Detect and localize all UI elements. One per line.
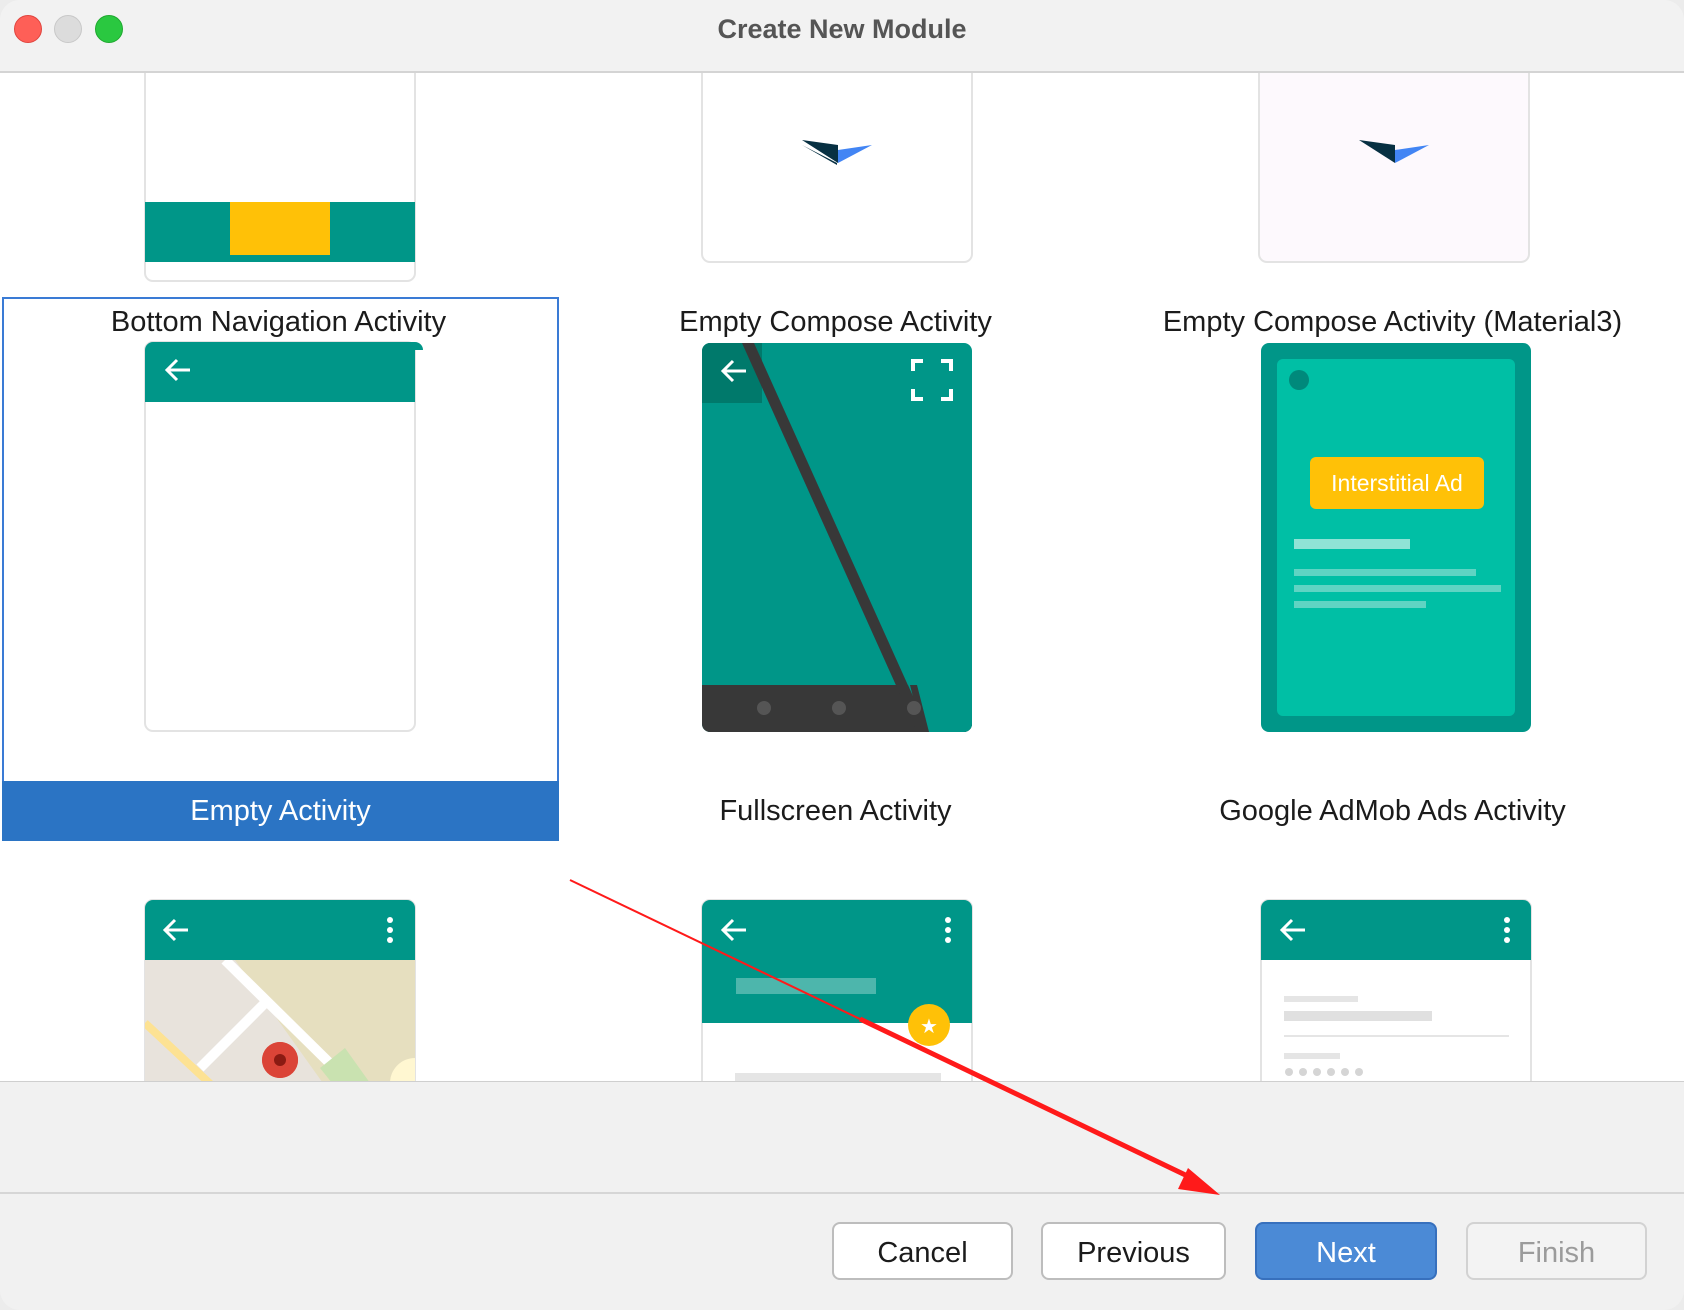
more-vert-icon bbox=[945, 917, 951, 943]
fullscreen-preview-icon bbox=[702, 343, 972, 732]
template-label: Empty Activity bbox=[2, 781, 559, 841]
previous-button[interactable]: Previous bbox=[1041, 1222, 1226, 1280]
more-vert-icon bbox=[387, 917, 393, 943]
template-fullscreen-activity[interactable]: Fullscreen Activity bbox=[557, 297, 1114, 842]
template-google-maps-activity[interactable] bbox=[0, 843, 557, 1081]
settings-preview-icon bbox=[1260, 899, 1532, 1081]
template-gallery[interactable]: Bottom Navigation Activity Empty Compose… bbox=[0, 73, 1684, 1082]
finish-button[interactable]: Finish bbox=[1466, 1222, 1647, 1280]
template-google-admob-ads-activity[interactable]: Interstitial Ad Google AdMob Ads Activit… bbox=[1114, 297, 1671, 842]
next-button[interactable]: Next bbox=[1255, 1222, 1437, 1280]
cancel-button[interactable]: Cancel bbox=[832, 1222, 1013, 1280]
empty-activity-preview-icon bbox=[144, 341, 423, 732]
dialog-footer: Cancel Previous Next Finish bbox=[0, 1082, 1684, 1310]
template-label: Google AdMob Ads Activity bbox=[1219, 795, 1566, 827]
admob-preview-icon: Interstitial Ad bbox=[1261, 343, 1531, 732]
star-icon: ★ bbox=[920, 1014, 938, 1038]
template-scrolling-activity[interactable]: ★ bbox=[557, 843, 1114, 1081]
template-empty-activity[interactable]: Empty Activity bbox=[2, 297, 559, 841]
compose-preview-icon bbox=[701, 73, 973, 263]
template-settings-activity[interactable] bbox=[1114, 843, 1671, 1081]
interstitial-ad-label: Interstitial Ad bbox=[1331, 470, 1463, 496]
template-label: Fullscreen Activity bbox=[719, 795, 952, 827]
scrolling-preview-icon: ★ bbox=[701, 899, 973, 1081]
create-new-module-window: Create New Module Bottom Navigation Acti… bbox=[0, 0, 1684, 1310]
maps-preview-icon bbox=[144, 899, 416, 1081]
footer-separator bbox=[0, 1192, 1684, 1194]
title-bar: Create New Module bbox=[0, 0, 1684, 73]
window-title: Create New Module bbox=[717, 14, 967, 44]
more-vert-icon bbox=[1504, 917, 1510, 943]
bottom-navigation-preview-icon bbox=[144, 73, 416, 282]
compose-material3-preview-icon bbox=[1258, 73, 1530, 263]
